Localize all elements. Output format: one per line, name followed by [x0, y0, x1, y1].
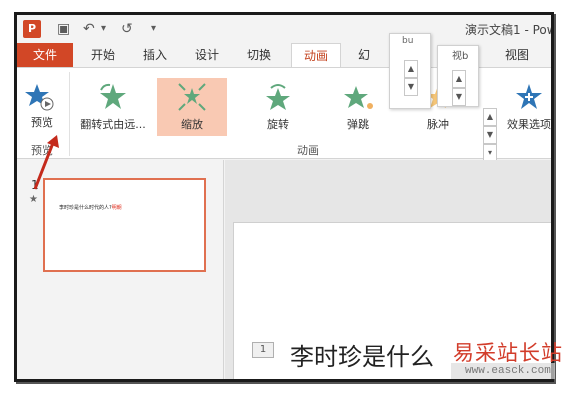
- popup2-scroll-down[interactable]: ▼: [452, 88, 466, 106]
- animation-order-badge[interactable]: 1: [252, 342, 274, 358]
- thumbnail-question: 李时珍是什么时代的人?: [59, 205, 112, 211]
- animation-label: 旋转: [267, 118, 289, 131]
- watermark-logo-text: 易采站长站: [453, 341, 563, 365]
- star-icon: [100, 83, 126, 109]
- tab-file[interactable]: 文件: [17, 43, 73, 67]
- redo-icon[interactable]: ↺: [121, 19, 133, 39]
- group-divider: [69, 72, 70, 156]
- popup-scroll-up[interactable]: ▲: [404, 60, 418, 78]
- star-icon: [344, 86, 373, 109]
- powerpoint-window: P ▣ ↶ ▾ ↺ ▾ 演示文稿1 - Pow 文件 开始 插入 设计 切换 动…: [14, 12, 554, 382]
- gallery-scroll-up[interactable]: ▲: [483, 108, 497, 126]
- effect-options-label: 效果选项: [507, 118, 551, 131]
- preview-star-icon: [25, 84, 54, 111]
- customize-qat-icon[interactable]: ▾: [151, 19, 156, 39]
- partial-popup-2: 视b ▲ ▼: [437, 45, 479, 107]
- popup2-scroll-up[interactable]: ▲: [452, 70, 466, 88]
- partial-popup-1: bu ▲ ▼: [389, 33, 431, 109]
- gallery-scroll-down[interactable]: ▼: [483, 126, 497, 144]
- tab-slideshow[interactable]: 幻: [351, 43, 377, 67]
- popup-scroll-down[interactable]: ▼: [404, 78, 418, 96]
- tab-design[interactable]: 设计: [185, 43, 229, 67]
- tab-insert[interactable]: 插入: [133, 43, 177, 67]
- animation-label: 翻转式由远...: [80, 118, 146, 131]
- powerpoint-app-icon[interactable]: P: [23, 20, 41, 38]
- slide-title-text[interactable]: 李时珍是什么: [290, 337, 434, 372]
- animation-label: 弹跳: [347, 118, 369, 131]
- tab-animations[interactable]: 动画: [291, 43, 341, 68]
- thumbnail-answer: 明朝: [111, 205, 122, 211]
- effect-options-button[interactable]: 效果选项: [501, 78, 551, 136]
- animation-bounce[interactable]: 弹跳: [323, 78, 393, 136]
- title-bar: P ▣ ↶ ▾ ↺ ▾ 演示文稿1 - Pow: [17, 15, 554, 43]
- undo-dropdown-icon[interactable]: ▾: [101, 19, 106, 39]
- document-title: 演示文稿1 - Pow: [465, 23, 554, 37]
- thumbnail-text: 李时珍是什么时代的人?明朝: [59, 204, 122, 211]
- popup-text-2: 视b: [452, 51, 469, 62]
- tab-transitions[interactable]: 切换: [237, 43, 281, 67]
- preview-label: 预览: [31, 116, 53, 129]
- animation-label: 脉冲: [427, 118, 449, 131]
- save-icon[interactable]: ▣: [57, 19, 70, 39]
- watermark: 易采站长站 www.easck.com: [445, 335, 567, 387]
- watermark-url: www.easck.com: [465, 365, 551, 377]
- animation-label: 缩放: [181, 118, 203, 131]
- effect-options-star-icon: [516, 84, 542, 109]
- animation-spin[interactable]: 旋转: [243, 78, 313, 136]
- star-icon: [266, 84, 290, 110]
- preview-button[interactable]: 预览: [19, 78, 65, 136]
- undo-icon[interactable]: ↶: [83, 19, 95, 39]
- animation-flip-from-far[interactable]: 翻转式由远...: [75, 78, 151, 136]
- star-icon: [178, 83, 206, 111]
- tab-view[interactable]: 视图: [495, 43, 539, 67]
- animation-group-label: 动画: [297, 144, 319, 157]
- animation-zoom[interactable]: 缩放: [157, 78, 227, 136]
- tab-home[interactable]: 开始: [81, 43, 125, 67]
- slide-thumbnails-panel: 1 ★ 李时珍是什么时代的人?明朝: [17, 160, 224, 379]
- slide-thumbnail[interactable]: 李时珍是什么时代的人?明朝: [43, 178, 206, 272]
- annotation-arrow-icon: [33, 135, 59, 190]
- popup-text-1: bu: [402, 36, 414, 46]
- animation-star-icon: ★: [29, 194, 38, 205]
